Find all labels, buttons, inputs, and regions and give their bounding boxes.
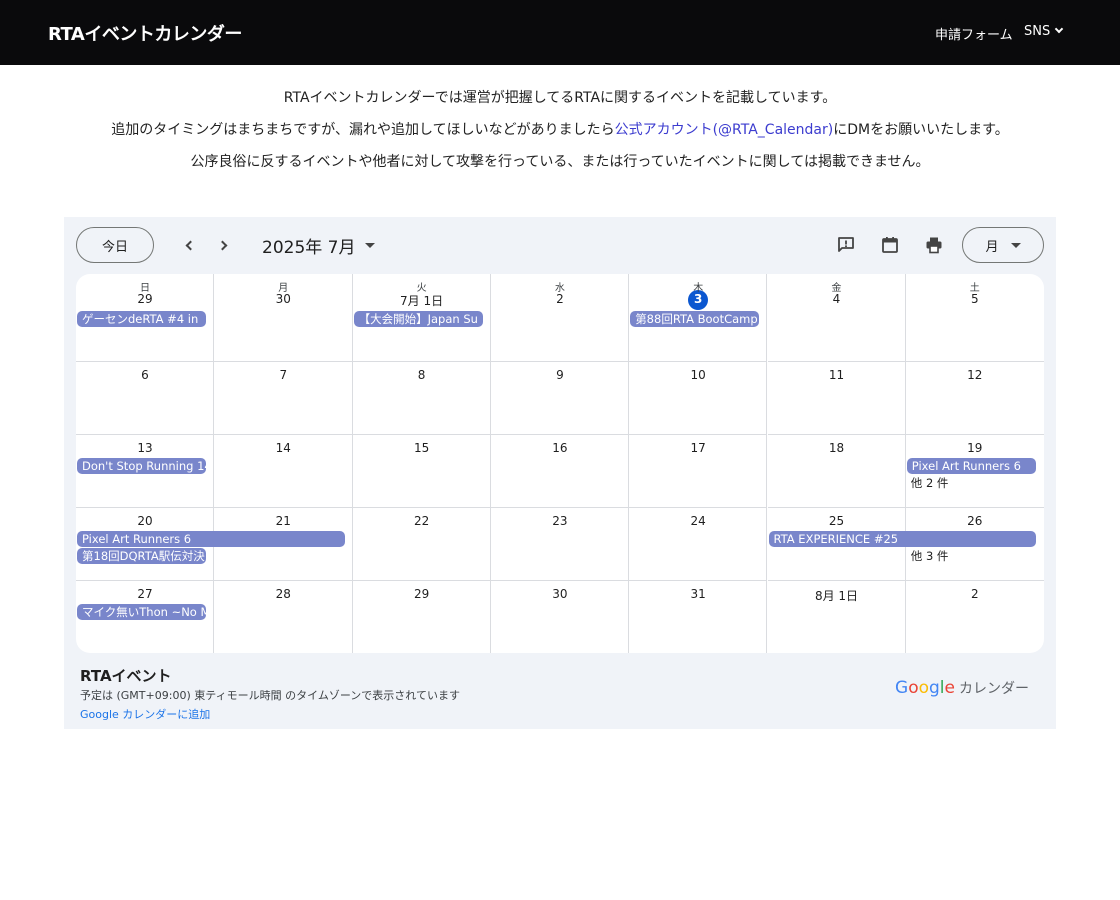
day-number[interactable]: 5 bbox=[906, 292, 1044, 306]
weekday-header: 月 bbox=[278, 283, 289, 294]
chevron-right-icon bbox=[217, 240, 227, 250]
embedded-calendar: 今日 2025年 7月 月 29 30 7月 1日 2 3 4 5 6 7 8 9 10 11 12 13 1… bbox=[64, 217, 1056, 729]
today-button[interactable]: 今日 bbox=[76, 227, 154, 263]
day-number[interactable]: 25 bbox=[768, 514, 906, 528]
day-number[interactable]: 23 bbox=[491, 514, 629, 528]
intro-line-3: 公序良俗に反するイベントや他者に対して攻撃を行っている、または行っていたイベント… bbox=[190, 154, 930, 170]
dropdown-arrow-icon bbox=[1010, 242, 1021, 248]
site-brand[interactable]: RTAイベントカレンダー bbox=[48, 20, 242, 46]
calendar-icon[interactable] bbox=[880, 235, 900, 255]
intro-line-1: RTAイベントカレンダーでは運営が把握してるRTAに関するイベントを記載していま… bbox=[283, 90, 837, 106]
weekday-header: 木 bbox=[693, 283, 704, 294]
day-number[interactable]: 3 bbox=[629, 292, 767, 306]
timezone-note: 予定は (GMT+09:00) 東ティモール時間 のタイムゾーンで表示されていま… bbox=[80, 689, 460, 702]
sns-label: SNS bbox=[1024, 24, 1051, 39]
print-icon[interactable] bbox=[924, 235, 944, 255]
day-number[interactable]: 18 bbox=[768, 441, 906, 455]
day-number[interactable]: 14 bbox=[214, 441, 352, 455]
intro-line-2: 追加のタイミングはまちまちですが、漏れや追加してほしいなどがありましたら公式アカ… bbox=[0, 118, 1120, 150]
day-number[interactable]: 10 bbox=[629, 368, 767, 382]
day-number[interactable]: 27 bbox=[76, 587, 214, 601]
day-number[interactable]: 17 bbox=[629, 441, 767, 455]
day-number[interactable]: 11 bbox=[768, 368, 906, 382]
day-number[interactable]: 21 bbox=[214, 514, 352, 528]
day-number[interactable]: 2 bbox=[491, 292, 629, 306]
previous-month-button[interactable] bbox=[180, 235, 200, 255]
day-number[interactable]: 30 bbox=[214, 292, 352, 306]
event-chip[interactable]: Don't Stop Running 14 bbox=[77, 458, 207, 474]
view-label: 月 bbox=[985, 239, 999, 255]
chevron-down-icon bbox=[1054, 24, 1064, 34]
day-number[interactable]: 9 bbox=[491, 368, 629, 382]
event-chip[interactable]: マイク無いThon ~No M bbox=[77, 604, 207, 620]
event-chip[interactable]: Pixel Art Runners 6 bbox=[77, 531, 345, 547]
next-month-button[interactable] bbox=[212, 235, 232, 255]
navbar: RTAイベントカレンダー 申請フォーム SNS bbox=[0, 0, 1120, 65]
day-number[interactable]: 29 bbox=[353, 587, 491, 601]
official-account-link[interactable]: 公式アカウント(@RTA_Calendar) bbox=[615, 122, 834, 138]
event-chip[interactable]: 第88回RTA BootCamp bbox=[630, 311, 760, 327]
day-number[interactable]: 28 bbox=[214, 587, 352, 601]
feedback-icon[interactable] bbox=[836, 235, 856, 255]
day-number[interactable]: 26 bbox=[906, 514, 1044, 528]
day-number[interactable]: 24 bbox=[629, 514, 767, 528]
event-chip[interactable]: ゲーセンdeRTA #4 in bbox=[77, 311, 207, 327]
chevron-left-icon bbox=[185, 240, 195, 250]
event-chip[interactable]: RTA EXPERIENCE #25 bbox=[768, 531, 1037, 547]
view-selector[interactable]: 月 bbox=[962, 227, 1044, 263]
day-number[interactable]: 22 bbox=[353, 514, 491, 528]
application-form-link[interactable]: 申請フォーム bbox=[935, 24, 1013, 43]
month-title: 2025年 7月 bbox=[262, 238, 356, 258]
day-number[interactable]: 15 bbox=[353, 441, 491, 455]
weekday-header: 日 bbox=[140, 283, 150, 294]
weekday-header: 土 bbox=[969, 283, 980, 294]
day-number[interactable]: 8 bbox=[353, 368, 491, 382]
day-number[interactable]: 7月 1日 bbox=[353, 292, 491, 309]
sns-dropdown[interactable]: SNS bbox=[1024, 24, 1064, 39]
intro-line-2-before: 追加のタイミングはまちまちですが、漏れや追加してほしいなどがありましたら bbox=[111, 122, 615, 138]
weekday-header: 金 bbox=[831, 283, 842, 294]
day-number[interactable]: 29 bbox=[76, 292, 214, 306]
intro-text: RTAイベントカレンダーでは運営が把握してるRTAに関するイベントを記載していま… bbox=[0, 86, 1120, 182]
add-to-google-calendar-link[interactable]: Google カレンダーに追加 bbox=[80, 706, 210, 722]
weekday-header: 水 bbox=[554, 283, 565, 294]
day-number[interactable]: 16 bbox=[491, 441, 629, 455]
day-number[interactable]: 20 bbox=[76, 514, 214, 528]
day-number[interactable]: 4 bbox=[768, 292, 906, 306]
dropdown-arrow-icon bbox=[365, 243, 376, 248]
google-calendar-logo[interactable]: Google カレンダー bbox=[895, 678, 1029, 698]
more-events-link[interactable]: 他 2 件 bbox=[911, 475, 949, 491]
event-chip[interactable]: 【大会開始】Japan Su bbox=[353, 311, 483, 327]
more-events-link[interactable]: 他 3 件 bbox=[911, 548, 949, 564]
month-picker[interactable]: 2025年 7月 bbox=[262, 233, 376, 258]
day-number[interactable]: 19 bbox=[906, 441, 1044, 455]
event-chip[interactable]: 第18回DQRTA駅伝対決 bbox=[77, 548, 207, 564]
day-number[interactable]: 8月 1日 bbox=[768, 587, 906, 604]
calendar-name: RTAイベント bbox=[80, 667, 172, 685]
day-number[interactable]: 30 bbox=[491, 587, 629, 601]
day-number[interactable]: 13 bbox=[76, 441, 214, 455]
intro-line-2-after: にDMをお願いいたします。 bbox=[833, 122, 1009, 138]
month-grid: 29 30 7月 1日 2 3 4 5 6 7 8 9 10 11 12 13 14 15 16 17 18 19 20 2… bbox=[76, 274, 1044, 653]
day-number[interactable]: 12 bbox=[906, 368, 1044, 382]
google-calendar-label: カレンダー bbox=[959, 681, 1029, 697]
day-number[interactable]: 31 bbox=[629, 587, 767, 601]
day-number[interactable]: 7 bbox=[214, 368, 352, 382]
day-number[interactable]: 2 bbox=[906, 587, 1044, 601]
weekday-header: 火 bbox=[416, 283, 427, 294]
day-number[interactable]: 6 bbox=[76, 368, 214, 382]
event-chip[interactable]: Pixel Art Runners 6 bbox=[906, 458, 1037, 474]
